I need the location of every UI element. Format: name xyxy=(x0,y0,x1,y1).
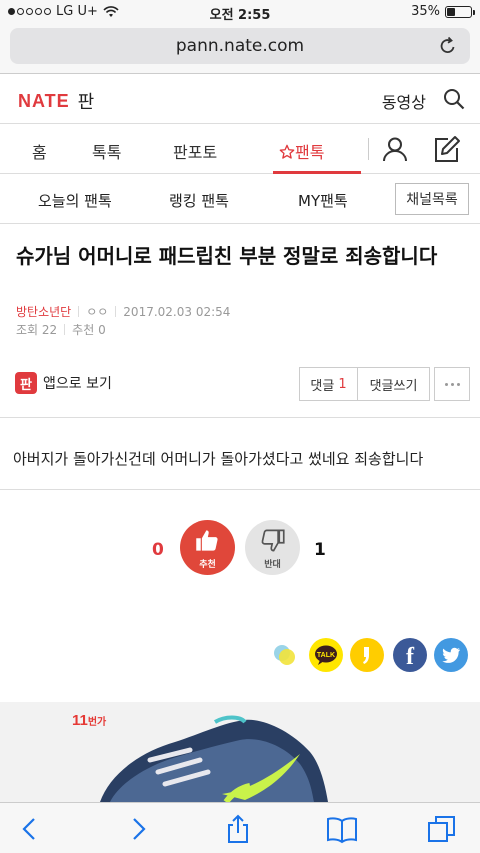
sub-tab-ranking[interactable]: 랭킹 팬톡 xyxy=(169,190,229,211)
thumbs-up-icon xyxy=(196,530,218,551)
article-channel[interactable]: 방탄소년단 xyxy=(16,303,71,320)
more-icon xyxy=(444,382,460,386)
browser-address-area: pann.nate.com xyxy=(0,24,480,74)
comments-label: 댓글 xyxy=(310,378,335,394)
address-bar[interactable]: pann.nate.com xyxy=(10,28,470,64)
sneaker-image xyxy=(100,715,328,802)
forward-icon[interactable] xyxy=(122,813,154,845)
line-icon xyxy=(274,645,295,665)
view-count: 조회 22 xyxy=(16,323,58,337)
battery-percent: 35% xyxy=(411,4,440,19)
kakaotalk-icon: TALK xyxy=(315,645,337,665)
battery-icon xyxy=(445,5,475,18)
search-icon[interactable] xyxy=(443,88,465,110)
tab-toktok[interactable]: 톡톡 xyxy=(92,139,121,163)
kakaostory-share-button[interactable] xyxy=(350,638,384,672)
tab-fantalk-label: 팬톡 xyxy=(295,143,325,162)
write-comment-button[interactable]: 댓글쓰기 xyxy=(357,367,430,401)
tab-pann-photo[interactable]: 판포토 xyxy=(173,139,217,163)
comments-count: 1 xyxy=(338,376,347,392)
status-bar: LG U+ 오전 2:55 35% xyxy=(0,0,480,24)
main-nav: 홈 톡톡 판포토 팬톡 xyxy=(0,124,480,174)
meta-divider xyxy=(115,306,117,317)
facebook-share-button[interactable]: f xyxy=(393,638,427,672)
tab-fantalk[interactable]: 팬톡 xyxy=(279,139,324,163)
nate-logo: NATE xyxy=(18,90,70,111)
line-share-button[interactable] xyxy=(268,638,302,672)
svg-text:TALK: TALK xyxy=(317,652,335,659)
divider xyxy=(0,417,480,418)
recommend-count: 추천 0 xyxy=(72,323,106,337)
meta-divider xyxy=(78,306,80,317)
open-in-app-label: 앱으로 보기 xyxy=(43,376,112,392)
article-title: 슈가님 어머니로 패드립친 부분 정말로 죄송합니다 xyxy=(16,244,438,268)
tab-home[interactable]: 홈 xyxy=(32,139,47,163)
browser-toolbar xyxy=(0,802,480,853)
nate-pann-logo[interactable]: NATE 판 xyxy=(18,88,94,114)
sub-tab-my[interactable]: MY팬톡 xyxy=(298,190,348,211)
nav-divider xyxy=(368,138,369,160)
star-icon xyxy=(279,144,295,159)
twitter-icon xyxy=(442,647,460,663)
twitter-share-button[interactable] xyxy=(434,638,468,672)
channel-list-button[interactable]: 채널목록 xyxy=(395,183,469,215)
write-icon[interactable] xyxy=(433,135,461,163)
comments-button[interactable]: 댓글 1 xyxy=(299,367,358,401)
downvote-count: 1 xyxy=(314,540,326,560)
facebook-icon: f xyxy=(406,644,414,670)
meta-divider xyxy=(64,324,66,335)
article-body: 아버지가 돌아가신건데 어머니가 돌아가셨다고 썼네요 죄송합니다 xyxy=(13,450,424,468)
pann-app-icon: 판 xyxy=(15,372,37,394)
clock: 오전 2:55 xyxy=(209,8,271,23)
reload-icon[interactable] xyxy=(438,36,458,56)
comment-actions: 댓글 1 댓글쓰기 xyxy=(299,367,470,401)
tabs-icon[interactable] xyxy=(426,813,458,845)
sub-nav: 오늘의 팬톡 랭킹 팬톡 MY팬톡 채널목록 xyxy=(0,174,480,224)
upvote-count: 0 xyxy=(152,540,164,560)
share-icon[interactable] xyxy=(222,813,254,845)
url-text: pann.nate.com xyxy=(175,36,305,56)
more-button[interactable] xyxy=(434,367,470,401)
thumbs-down-icon xyxy=(261,529,285,552)
kakaostory-icon xyxy=(363,647,369,664)
downvote-button[interactable]: 반대 xyxy=(245,520,300,575)
downvote-label: 반대 xyxy=(264,560,281,570)
article-stats: 조회 22 추천 0 xyxy=(16,321,106,338)
open-in-app-button[interactable]: 판 앱으로 보기 xyxy=(15,372,112,394)
site-header: NATE 판 동영상 xyxy=(0,74,480,124)
divider xyxy=(0,489,480,490)
video-link[interactable]: 동영상 xyxy=(382,89,426,113)
kakaotalk-share-button[interactable]: TALK xyxy=(309,638,343,672)
back-icon[interactable] xyxy=(14,813,46,845)
article-meta: 방탄소년단 ㅇㅇ 2017.02.03 02:54 xyxy=(16,303,230,320)
article-date: 2017.02.03 02:54 xyxy=(123,304,231,319)
upvote-label: 추천 xyxy=(199,560,216,570)
user-icon[interactable] xyxy=(382,136,408,162)
advertisement-banner[interactable]: 11번가 xyxy=(0,702,480,802)
pann-label: 판 xyxy=(77,92,95,113)
sub-tab-today[interactable]: 오늘의 팬톡 xyxy=(38,190,112,211)
upvote-button[interactable]: 추천 xyxy=(180,520,235,575)
bookmarks-icon[interactable] xyxy=(326,813,358,845)
article-author: ㅇㅇ xyxy=(86,305,109,319)
status-right: 35% xyxy=(411,4,475,19)
